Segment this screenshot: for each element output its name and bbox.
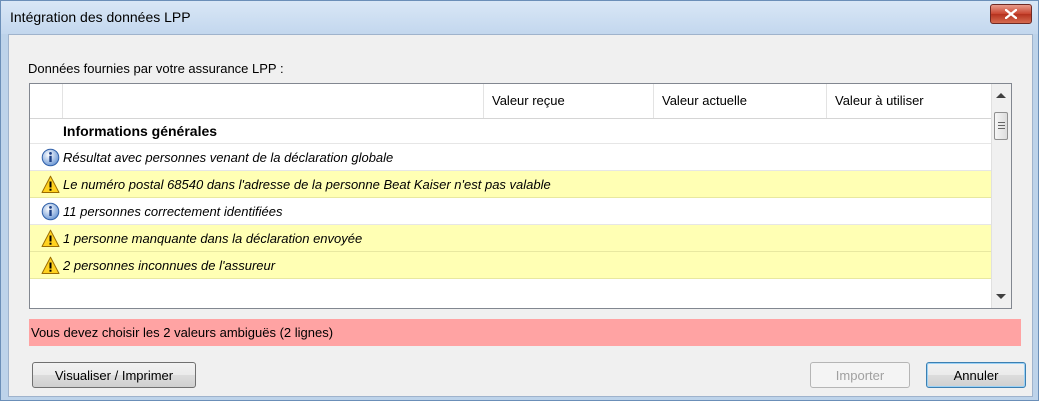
- cancel-button[interactable]: Annuler: [926, 362, 1026, 388]
- table-row[interactable]: Résultat avec personnes venant de la déc…: [30, 144, 1000, 171]
- row-text: 11 personnes correctement identifiées: [63, 203, 283, 219]
- warning-icon: [41, 229, 60, 247]
- header-corner: [30, 84, 62, 118]
- table-row-warning[interactable]: 2 personnes inconnues de l'assureur: [30, 252, 1000, 279]
- status-message: Vous devez choisir les 2 valeurs ambiguë…: [29, 319, 1021, 346]
- window-title: Intégration des données LPP: [10, 9, 191, 25]
- info-icon: [41, 148, 60, 167]
- table-row-warning[interactable]: 1 personne manquante dans la déclaration…: [30, 225, 1000, 252]
- column-header-to-use[interactable]: Valeur à utiliser: [826, 84, 1000, 118]
- group-row-general-info[interactable]: Informations générales: [30, 118, 1000, 144]
- row-text: Le numéro postal 68540 dans l'adresse de…: [63, 176, 551, 192]
- column-header-received[interactable]: Valeur reçue: [483, 84, 653, 118]
- grid-rows: Informations générales Résultat avec per…: [30, 118, 1000, 279]
- grid-header: Valeur reçue Valeur actuelle Valeur à ut…: [30, 84, 1000, 119]
- title-bar[interactable]: Intégration des données LPP: [1, 1, 1038, 34]
- close-button[interactable]: [990, 4, 1032, 24]
- print-preview-button[interactable]: Visualiser / Imprimer: [32, 362, 196, 388]
- grip-line: [998, 125, 1005, 126]
- scroll-down-arrow-icon[interactable]: [996, 294, 1006, 299]
- info-icon: [41, 202, 60, 221]
- dialog-window: Intégration des données LPP Données four…: [0, 0, 1039, 401]
- row-text: 1 personne manquante dans la déclaration…: [63, 230, 363, 246]
- row-text: Informations générales: [63, 122, 218, 139]
- table-row[interactable]: 11 personnes correctement identifiées: [30, 198, 1000, 225]
- warning-icon: [41, 175, 60, 193]
- scroll-up-arrow-icon[interactable]: [996, 93, 1006, 98]
- scroll-thumb[interactable]: [994, 112, 1008, 140]
- row-text: 2 personnes inconnues de l'assureur: [63, 257, 276, 273]
- grip-line: [998, 128, 1005, 129]
- table-row-warning[interactable]: Le numéro postal 68540 dans l'adresse de…: [30, 171, 1000, 198]
- header-label-column[interactable]: [62, 84, 483, 118]
- grip-line: [998, 122, 1005, 123]
- section-label: Données fournies par votre assurance LPP…: [28, 61, 284, 76]
- column-header-current[interactable]: Valeur actuelle: [653, 84, 826, 118]
- close-icon: [1005, 9, 1017, 19]
- dialog-body: Données fournies par votre assurance LPP…: [8, 34, 1033, 397]
- vertical-scrollbar[interactable]: [991, 84, 1011, 308]
- import-button[interactable]: Importer: [810, 362, 910, 388]
- data-grid[interactable]: Valeur reçue Valeur actuelle Valeur à ut…: [29, 83, 1012, 309]
- warning-icon: [41, 256, 60, 274]
- row-text: Résultat avec personnes venant de la déc…: [63, 149, 394, 165]
